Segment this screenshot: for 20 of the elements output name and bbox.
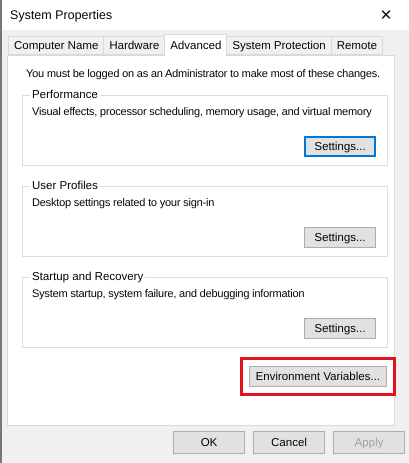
settings-button[interactable]: Settings... <box>304 227 376 248</box>
group-description: Desktop settings related to your sign-in <box>32 197 214 209</box>
group-description: System startup, system failure, and debugging information <box>32 288 304 300</box>
tab[interactable]: Computer Name <box>8 36 104 55</box>
settings-button[interactable]: Settings... <box>304 318 376 339</box>
window-title: System Properties <box>10 8 112 22</box>
tab[interactable]: System Protection <box>226 36 332 55</box>
group-title: Performance <box>31 89 99 101</box>
dialog-button[interactable]: OK <box>173 431 245 454</box>
environment-variables-button[interactable]: Environment Variables... <box>248 366 387 387</box>
close-button[interactable]: ✕ <box>363 0 409 30</box>
tab[interactable]: Hardware <box>103 36 166 55</box>
group-title: Startup and Recovery <box>31 271 144 283</box>
tab[interactable]: Advanced <box>164 34 228 56</box>
group-description: Visual effects, processor scheduling, memory usage, and virtual memory <box>32 106 372 118</box>
dialog-button[interactable]: Cancel <box>253 431 325 454</box>
tab[interactable]: Remote <box>330 36 383 55</box>
group-title: User Profiles <box>31 180 99 192</box>
notice-text: You must be logged on as an Administrator to make most of these changes. <box>26 68 380 80</box>
settings-button[interactable]: Settings... <box>304 136 376 157</box>
